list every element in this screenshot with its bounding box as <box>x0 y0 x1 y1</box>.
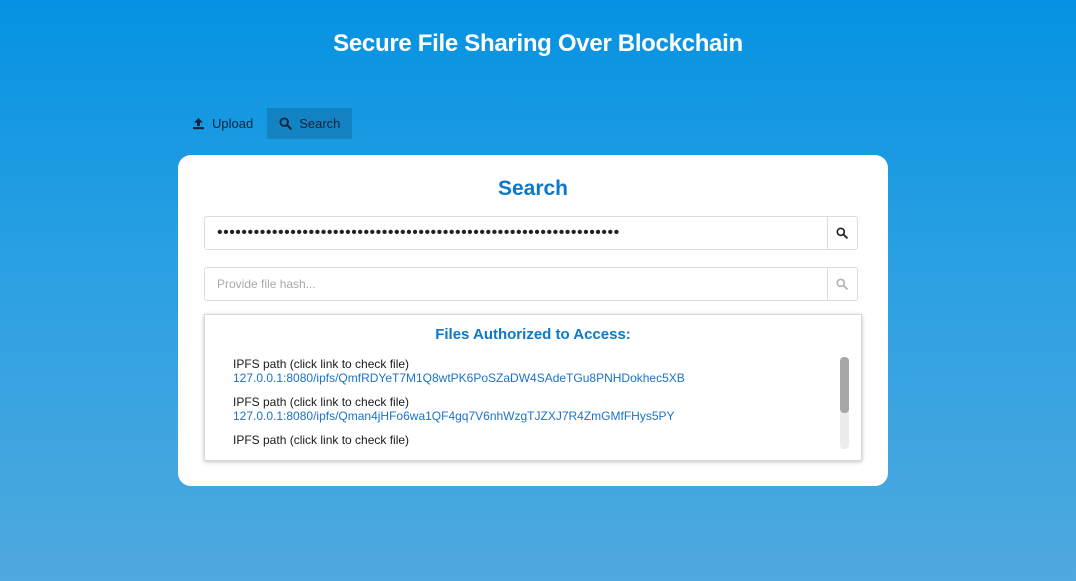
files-heading: Files Authorized to Access: <box>435 326 631 343</box>
tab-upload[interactable]: Upload <box>180 108 265 139</box>
file-list: IPFS path (click link to check file) 127… <box>233 357 833 457</box>
scrollbar-thumb[interactable] <box>840 357 849 413</box>
password-search-button[interactable] <box>827 217 857 249</box>
file-link[interactable]: 127.0.0.1:8080/ipfs/Qman4jHFo6wa1QF4gq7V… <box>233 409 833 423</box>
search-icon <box>836 227 848 239</box>
tab-search[interactable]: Search <box>267 108 353 139</box>
list-item: IPFS path (click link to check file) 127… <box>233 357 833 385</box>
search-icon <box>836 278 848 290</box>
file-label: IPFS path (click link to check file) <box>233 357 410 371</box>
search-icon <box>279 117 293 130</box>
tab-search-label: Search <box>299 116 341 131</box>
search-card: Search Files Authorized to Access: IPFS … <box>178 155 888 486</box>
list-item: IPFS path (click link to check file) <box>233 433 833 447</box>
tab-bar: Upload Search <box>180 108 353 139</box>
password-input[interactable] <box>205 217 828 249</box>
file-link[interactable]: 127.0.0.1:8080/ipfs/QmfRDYeT7M1Q8wtPK6Po… <box>233 371 833 385</box>
list-item: IPFS path (click link to check file) 127… <box>233 395 833 423</box>
files-panel: Files Authorized to Access: IPFS path (c… <box>204 314 862 461</box>
app-title: Secure File Sharing Over Blockchain <box>333 30 743 57</box>
card-title: Search <box>497 177 569 200</box>
upload-icon <box>193 118 204 130</box>
hash-search-button[interactable] <box>827 268 857 300</box>
tab-upload-label: Upload <box>212 116 254 131</box>
file-label: IPFS path (click link to check file) <box>233 433 410 447</box>
hash-input[interactable] <box>205 268 828 300</box>
scrollbar[interactable] <box>840 357 849 449</box>
password-field <box>204 216 858 250</box>
hash-field <box>204 267 858 301</box>
file-label: IPFS path (click link to check file) <box>233 395 410 409</box>
